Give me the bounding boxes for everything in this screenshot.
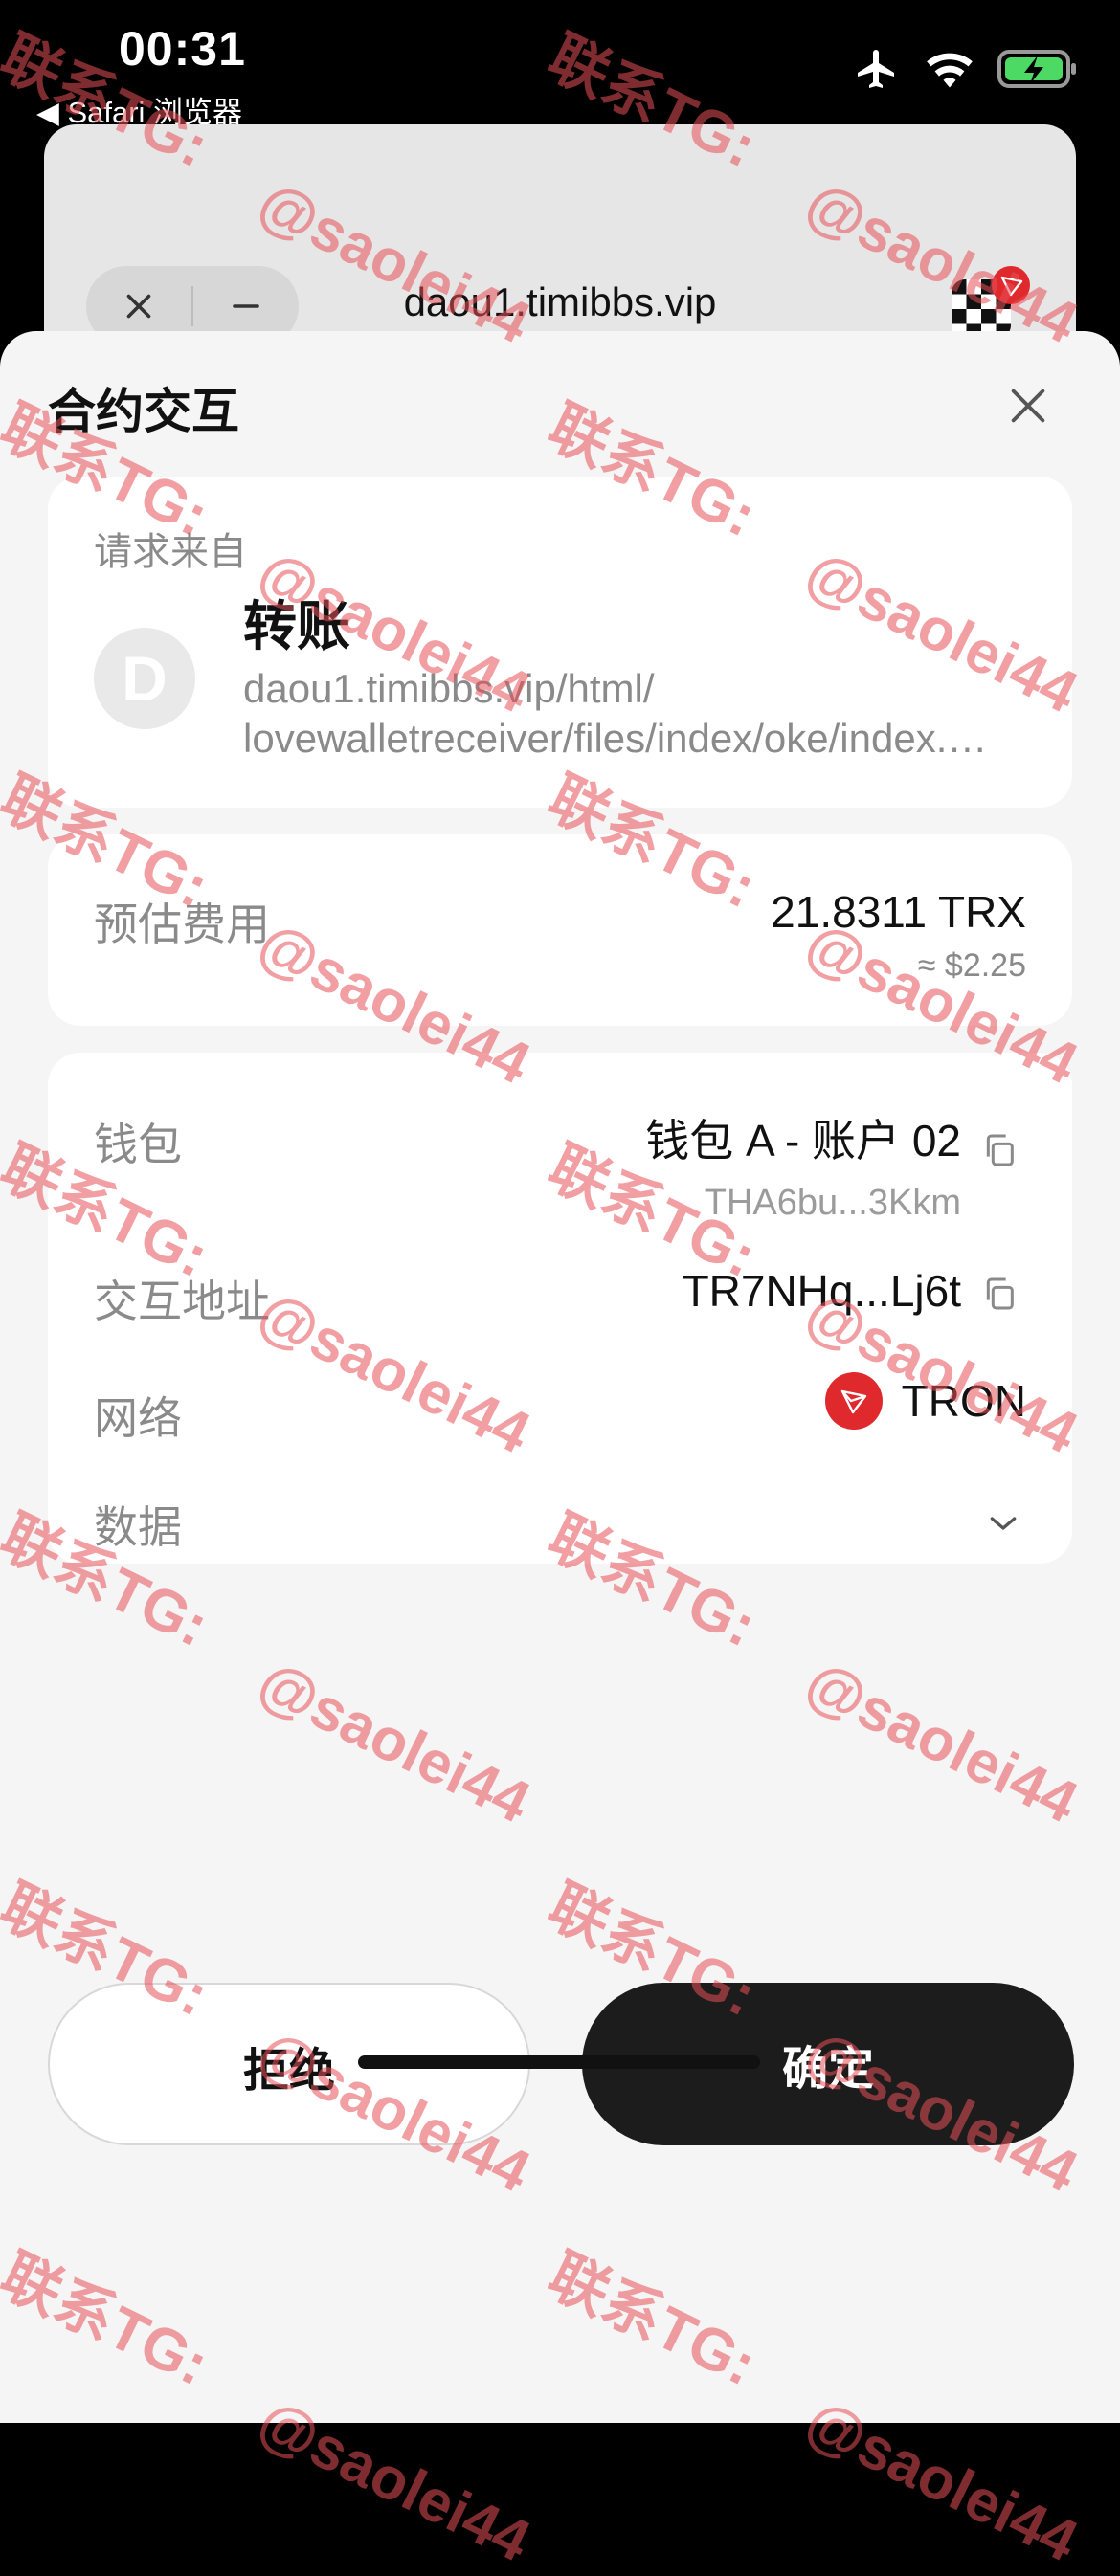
battery-charging-icon (997, 50, 1078, 88)
close-icon (1011, 389, 1045, 423)
sheet-title: 合约交互 (48, 385, 239, 438)
home-indicator[interactable] (358, 2055, 760, 2069)
chevron-down-icon[interactable] (984, 1504, 1022, 1543)
network-value: TRON (824, 1372, 1026, 1430)
browser-url[interactable]: daou1.timibbs.vip (297, 279, 823, 325)
wallet-name: 钱包 A - 账户 02 (645, 1116, 961, 1166)
network-label: 网络 (94, 1393, 182, 1443)
fee-label: 预估费用 (94, 899, 270, 949)
sheet-close-button[interactable] (1001, 379, 1055, 433)
tron-icon (824, 1372, 883, 1430)
fee-usd: ≈ $2.25 (917, 947, 1026, 984)
origin-url-line2: lovewalletreceiver/files/index/oke/index… (243, 716, 1009, 761)
data-label[interactable]: 数据 (94, 1493, 182, 1556)
minus-icon (233, 304, 259, 308)
origin-url: daou1.timibbs.vip/html/ lovewalletreceiv… (243, 664, 1009, 764)
status-icons (852, 46, 1078, 92)
tron-badge-icon (992, 266, 1030, 304)
details-card: 钱包 钱包 A - 账户 02 THA6bu...3Kkm 交互地址 TR7NH… (48, 1053, 1072, 1564)
wallet-label: 钱包 (94, 1120, 182, 1169)
request-origin-card: 请求来自 D 转账 daou1.timibbs.vip/html/ lovewa… (48, 477, 1072, 808)
contract-address: TR7NHq...Lj6t (682, 1266, 961, 1316)
wallet-address: THA6bu...3Kkm (704, 1183, 961, 1223)
contract-label: 交互地址 (94, 1277, 270, 1326)
copy-contract-icon[interactable] (980, 1275, 1019, 1313)
network-name: TRON (901, 1376, 1026, 1426)
request-from-label: 请求来自 (94, 531, 247, 573)
airplane-icon (852, 46, 902, 92)
origin-avatar: D (94, 628, 195, 729)
fee-card: 预估费用 21.8311 TRX ≈ $2.25 (48, 834, 1072, 1026)
copy-wallet-icon[interactable] (980, 1131, 1019, 1169)
fee-amount: 21.8311 TRX (771, 887, 1026, 937)
wifi-icon (925, 50, 974, 88)
close-icon (126, 294, 151, 319)
origin-title: 转账 (243, 596, 350, 656)
origin-url-line1: daou1.timibbs.vip/html/ (243, 666, 655, 711)
status-time: 00:31 (119, 22, 246, 76)
